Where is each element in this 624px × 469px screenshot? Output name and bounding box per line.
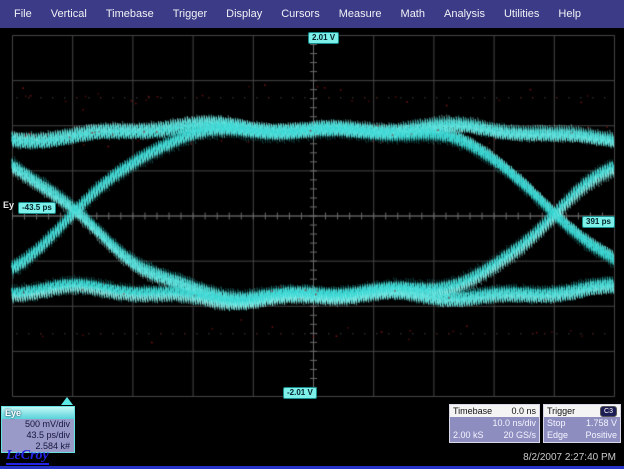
menu-item-measure[interactable]: Measure — [333, 5, 388, 23]
menu-item-help[interactable]: Help — [552, 5, 587, 23]
menu-item-file[interactable]: File — [8, 5, 38, 23]
menu-item-trigger[interactable]: Trigger — [167, 5, 213, 23]
timebase-rate: 20 GS/s — [503, 429, 536, 441]
trigger-panel[interactable]: Trigger C3 Stop 1.758 V Edge Positive — [543, 404, 621, 443]
menu-item-cursors[interactable]: Cursors — [275, 5, 326, 23]
timebase-title: Timebase — [453, 405, 492, 417]
cursor-bottom-voltage-badge[interactable]: -2.01 V — [283, 387, 317, 399]
menu-item-vertical[interactable]: Vertical — [45, 5, 93, 23]
trigger-title: Trigger — [547, 405, 575, 417]
timebase-panel[interactable]: Timebase 0.0 ns 10.0 ns/div 2.00 kS 20 G… — [449, 404, 540, 443]
menu-item-timebase[interactable]: Timebase — [100, 5, 160, 23]
trigger-level: 1.758 V — [586, 417, 617, 429]
timebase-samples: 2.00 kS — [453, 429, 484, 441]
lecroy-logo[interactable]: LeCroy — [6, 448, 49, 465]
trace-position-marker[interactable] — [61, 397, 73, 405]
trigger-mode: Stop — [547, 417, 566, 429]
menu-bar: File Vertical Timebase Trigger Display Cursor… — [0, 0, 624, 28]
menu-item-analysis[interactable]: Analysis — [438, 5, 491, 23]
trigger-source-badge: C3 — [600, 406, 617, 417]
eye-descriptor-panel[interactable]: Eye 500 mV/div 43.5 ps/div 2.584 k# — [1, 406, 75, 453]
eye-diagram-canvas[interactable] — [0, 28, 624, 405]
eye-time-per-div: 43.5 ps/div — [2, 430, 74, 441]
menu-item-display[interactable]: Display — [220, 5, 268, 23]
timebase-offset: 0.0 ns — [511, 405, 536, 417]
cursor-right-time-badge[interactable]: 391 ps — [582, 216, 615, 228]
eye-descriptor-title[interactable]: Eye — [2, 407, 74, 419]
menu-item-utilities[interactable]: Utilities — [498, 5, 545, 23]
cursor-left-time-badge[interactable]: -43.5 ps — [18, 202, 56, 214]
timebase-per-div: 10.0 ns/div — [492, 417, 536, 429]
trace-label: Ey — [3, 200, 14, 210]
eye-volts-per-div: 500 mV/div — [2, 419, 74, 430]
trigger-slope: Positive — [585, 429, 617, 441]
oscilloscope-screen: File Vertical Timebase Trigger Display Cursor… — [0, 0, 624, 469]
trigger-type: Edge — [547, 429, 568, 441]
status-datetime: 8/2/2007 2:27:40 PM — [523, 452, 616, 463]
menu-item-math[interactable]: Math — [395, 5, 431, 23]
cursor-top-voltage-badge[interactable]: 2.01 V — [308, 32, 339, 44]
